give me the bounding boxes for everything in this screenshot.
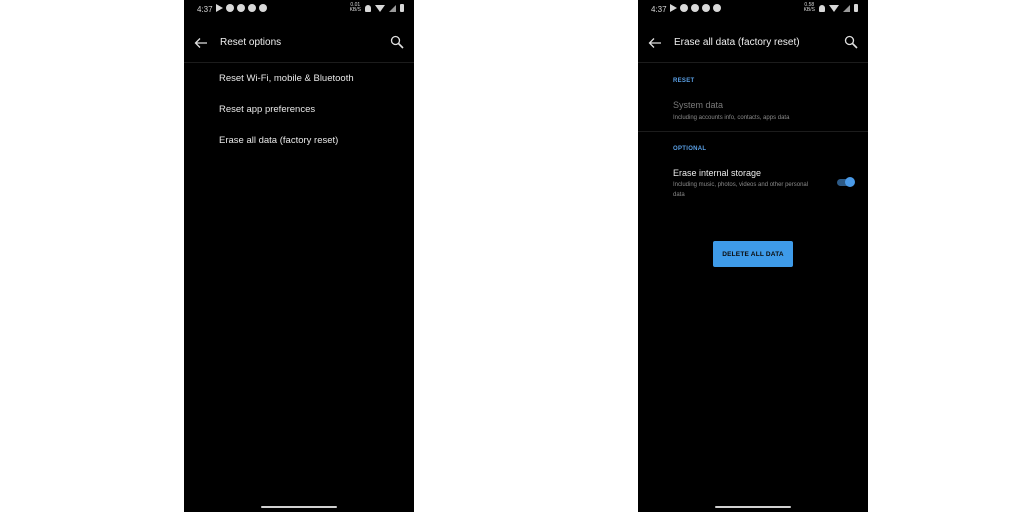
- system-icons: 0.01 KB/S: [350, 3, 404, 13]
- toggle-thumb: [845, 177, 855, 187]
- silent-bell-icon: [365, 4, 371, 12]
- status-bar: 4:37 0.01 KB/S: [184, 0, 414, 20]
- notification-icon: [691, 4, 699, 12]
- wifi-icon: [375, 4, 385, 12]
- divider: [184, 62, 414, 63]
- menu-item-reset-network[interactable]: Reset Wi-Fi, mobile & Bluetooth: [219, 73, 354, 84]
- notification-icons: [216, 4, 267, 12]
- navigation-gesture-bar[interactable]: [715, 506, 791, 508]
- menu-item-reset-app-preferences[interactable]: Reset app preferences: [219, 104, 315, 115]
- back-arrow-icon[interactable]: [194, 36, 208, 50]
- system-icons: 0.58 KB/S: [804, 3, 858, 13]
- notification-icon: [259, 4, 267, 12]
- notification-icon: [226, 4, 234, 12]
- net-speed-indicator: 0.58 KB/S: [804, 3, 815, 13]
- silent-bell-icon: [819, 4, 825, 12]
- notification-icon: [237, 4, 245, 12]
- net-speed-indicator: 0.01 KB/S: [350, 3, 361, 13]
- menu-item-erase-all-data[interactable]: Erase all data (factory reset): [219, 135, 338, 146]
- back-arrow-icon[interactable]: [648, 36, 662, 50]
- status-time: 4:37: [651, 5, 667, 14]
- status-bar: 4:37 0.58 KB/S: [638, 0, 868, 20]
- notification-icons: [670, 4, 721, 12]
- divider: [638, 131, 868, 132]
- net-speed-unit: KB/S: [803, 7, 815, 13]
- notification-icon: [713, 4, 721, 12]
- app-bar: Reset options: [184, 28, 414, 58]
- page-title: Erase all data (factory reset): [674, 37, 800, 48]
- system-data-subtitle: Including accounts info, contacts, apps …: [673, 115, 790, 121]
- section-header-optional: OPTIONAL: [673, 146, 707, 152]
- telegram-icon: [216, 4, 223, 12]
- phone-screen-erase-all-data: 4:37 0.58 KB/S Erase all data (factory r…: [638, 0, 868, 512]
- net-speed-unit: KB/S: [349, 7, 361, 13]
- erase-internal-storage-title[interactable]: Erase internal storage: [673, 168, 761, 178]
- system-data-title: System data: [673, 100, 724, 110]
- signal-icon: [843, 4, 850, 12]
- delete-all-data-button[interactable]: DELETE ALL DATA: [713, 241, 793, 267]
- canvas: 4:37 0.01 KB/S Reset options Reset Wi-Fi…: [0, 0, 1024, 512]
- telegram-icon: [670, 4, 677, 12]
- notification-icon: [702, 4, 710, 12]
- signal-icon: [389, 4, 396, 12]
- navigation-gesture-bar[interactable]: [261, 506, 337, 508]
- status-time: 4:37: [197, 5, 213, 14]
- page-title: Reset options: [220, 37, 282, 48]
- phone-screen-reset-options: 4:37 0.01 KB/S Reset options Reset Wi-Fi…: [184, 0, 414, 512]
- search-icon[interactable]: [390, 35, 404, 49]
- app-bar: Erase all data (factory reset): [638, 28, 868, 58]
- search-icon[interactable]: [844, 35, 858, 49]
- erase-internal-storage-toggle[interactable]: [837, 177, 855, 187]
- notification-icon: [248, 4, 256, 12]
- section-header-reset: RESET: [673, 78, 695, 84]
- wifi-icon: [829, 4, 839, 12]
- battery-icon: [400, 4, 404, 12]
- divider: [638, 62, 868, 63]
- battery-icon: [854, 4, 858, 12]
- erase-internal-storage-subtitle: Including music, photos, videos and othe…: [673, 182, 809, 198]
- notification-icon: [680, 4, 688, 12]
